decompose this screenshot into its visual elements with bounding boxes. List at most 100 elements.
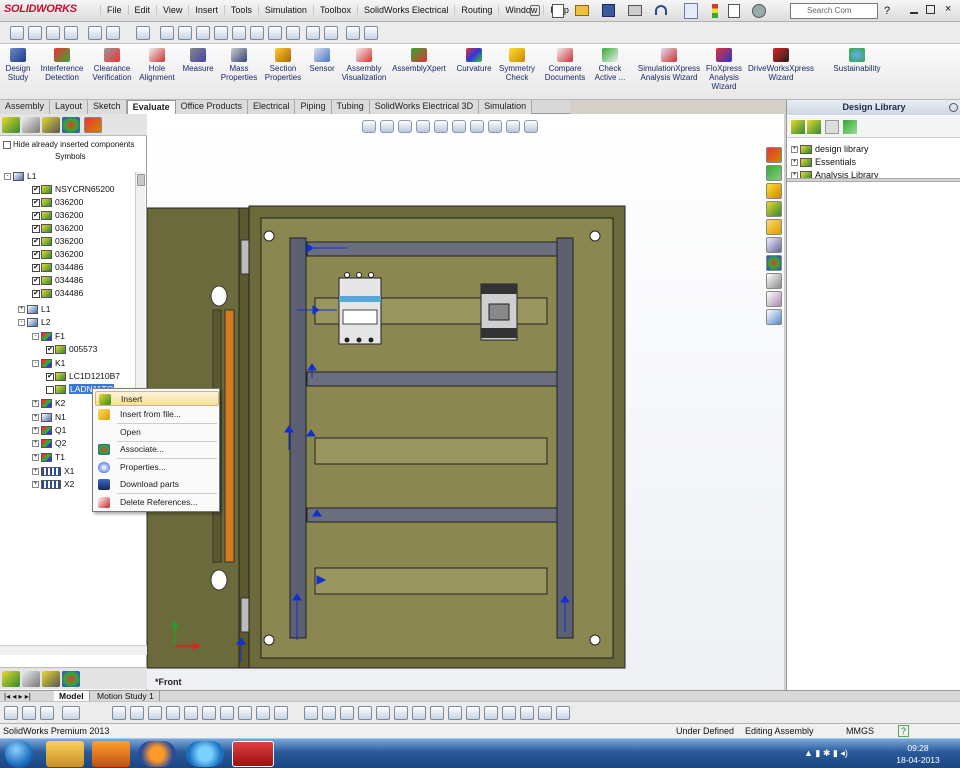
select-icon[interactable] — [684, 3, 698, 19]
expand-icon[interactable]: + — [32, 400, 39, 408]
interference-detection-button[interactable]: Interference Detection — [36, 48, 88, 82]
refresh-icon[interactable] — [843, 120, 857, 134]
solidworks-taskbar-icon[interactable] — [232, 741, 274, 767]
context-delete-references[interactable]: Delete References... — [95, 495, 219, 510]
pin-icon[interactable] — [949, 103, 958, 112]
collapse-icon[interactable]: - — [32, 333, 39, 341]
tree-item[interactable]: ✔ 005573 — [46, 343, 97, 355]
tab-layout[interactable]: Layout — [50, 100, 89, 114]
toolbar-icon[interactable] — [46, 26, 60, 40]
toolbar-icon[interactable] — [358, 706, 372, 720]
context-open[interactable]: Open — [95, 425, 219, 440]
toolbar-icon[interactable] — [520, 706, 534, 720]
menu-tools[interactable]: Tools — [223, 5, 258, 15]
hole-alignment-button[interactable]: Hole Alignment — [138, 48, 176, 82]
solidworks-logo[interactable]: SOLIDWORKS — [4, 3, 77, 15]
hide-show-icon[interactable] — [470, 120, 484, 133]
file-explorer-icon[interactable] — [766, 219, 782, 235]
context-insert[interactable]: Insert — [95, 391, 219, 406]
toolbar-icon[interactable] — [136, 26, 150, 40]
unit-system[interactable]: MMGS — [846, 726, 874, 736]
search-results-icon[interactable] — [766, 237, 782, 253]
simulationxpress-button[interactable]: SimulationXpress Analysis Wizard — [636, 48, 702, 82]
section-properties-button[interactable]: Section Properties — [262, 48, 304, 82]
expand-icon[interactable]: + — [32, 427, 39, 435]
expand-icon[interactable]: + — [32, 481, 39, 489]
toolbar-icon[interactable] — [556, 706, 570, 720]
expand-icon[interactable]: + — [791, 159, 798, 167]
apply-scene-icon[interactable] — [506, 120, 520, 133]
panel-splitter[interactable] — [787, 178, 960, 182]
toolbar-icon[interactable] — [22, 706, 36, 720]
tree-item[interactable]: - L1 — [4, 170, 36, 182]
tree-item[interactable]: + N1 — [32, 411, 66, 423]
restore-icon[interactable] — [926, 5, 935, 14]
menu-view[interactable]: View — [156, 5, 188, 15]
toolbar-icon[interactable] — [364, 26, 378, 40]
edit-appearance-icon[interactable] — [488, 120, 502, 133]
toolbar-icon[interactable] — [268, 26, 282, 40]
select-pointer-icon[interactable] — [62, 706, 80, 720]
feature-manager-tab-icon[interactable] — [2, 671, 20, 687]
expand-icon[interactable]: + — [791, 146, 798, 154]
toolbar-icon[interactable] — [40, 706, 54, 720]
expand-icon[interactable]: + — [32, 454, 39, 462]
options-icon[interactable] — [752, 4, 766, 18]
menu-insert[interactable]: Insert — [188, 5, 224, 15]
context-associate[interactable]: Associate... — [95, 442, 219, 457]
tree-item[interactable]: + L1 — [18, 303, 50, 315]
toolbar-icon[interactable] — [4, 706, 18, 720]
symmetry-check-button[interactable]: Symmetry Check — [496, 48, 538, 82]
tree-item[interactable]: - F1 — [32, 330, 65, 342]
tree-item[interactable]: ✔ 034486 — [32, 274, 83, 286]
toolbar-icon[interactable] — [256, 706, 270, 720]
library-folder-design-library[interactable]: + design library — [791, 144, 869, 155]
toolbar-icon[interactable] — [160, 26, 174, 40]
tree-item[interactable]: + K2 — [32, 397, 65, 409]
curvature-button[interactable]: Curvature — [454, 48, 494, 73]
toolbar-icon[interactable] — [166, 706, 180, 720]
toolbar-icon[interactable] — [178, 26, 192, 40]
internet-explorer-taskbar-icon[interactable] — [186, 741, 224, 767]
tree-item[interactable]: ✔ 036200 — [32, 196, 83, 208]
menu-toolbox[interactable]: Toolbox — [312, 5, 357, 15]
document-recovery-icon[interactable] — [766, 309, 782, 325]
toolbar-icon[interactable] — [340, 706, 354, 720]
tree-item[interactable]: + T1 — [32, 451, 65, 463]
toolbar-icon[interactable] — [502, 706, 516, 720]
rebuild-icon[interactable] — [712, 4, 718, 18]
configuration-manager-tab-icon[interactable] — [42, 671, 60, 687]
toolbar-icon[interactable] — [322, 706, 336, 720]
scroll-thumb[interactable] — [137, 174, 145, 186]
tab-tubing[interactable]: Tubing — [331, 100, 370, 114]
previous-view-icon[interactable] — [398, 120, 412, 133]
tab-assembly[interactable]: Assembly — [0, 100, 51, 114]
tree-item[interactable]: ✔ NSYCRN65200 — [32, 183, 115, 195]
tree-item[interactable]: ✔ 036200 — [32, 209, 83, 221]
mass-properties-button[interactable]: Mass Properties — [218, 48, 260, 82]
tree-item[interactable]: + Q1 — [32, 424, 66, 436]
zoom-area-icon[interactable] — [380, 120, 394, 133]
expand-icon[interactable]: + — [18, 306, 25, 314]
menu-edit[interactable]: Edit — [127, 5, 157, 15]
save-icon[interactable] — [602, 4, 615, 17]
tab-solidworks-electrical-3d[interactable]: SolidWorks Electrical 3D — [369, 100, 480, 114]
toolbar-icon[interactable] — [28, 26, 42, 40]
tab-electrical[interactable]: Electrical — [247, 100, 296, 114]
file-explorer-taskbar-icon[interactable] — [46, 741, 84, 767]
tab-simulation[interactable]: Simulation — [479, 100, 533, 114]
add-file-location-icon[interactable] — [807, 120, 821, 134]
toolbar-icon[interactable] — [196, 26, 210, 40]
tree-item[interactable]: ✔ 036200 — [32, 248, 83, 260]
toolbar-icon[interactable] — [220, 706, 234, 720]
toolbar-icon[interactable] — [304, 706, 318, 720]
measure-button[interactable]: Measure — [180, 48, 216, 73]
collapse-icon[interactable]: - — [4, 173, 11, 181]
menu-routing[interactable]: Routing — [454, 5, 498, 15]
pin-icon[interactable] — [530, 5, 540, 16]
component-checkbox[interactable]: ✔ — [32, 198, 40, 207]
toolbar-icon[interactable] — [306, 26, 320, 40]
library-folder-essentials[interactable]: + Essentials — [791, 157, 856, 168]
tree-item[interactable]: + Q2 — [32, 437, 66, 449]
driveworksxpress-button[interactable]: DriveWorksXpress Wizard — [746, 48, 816, 82]
